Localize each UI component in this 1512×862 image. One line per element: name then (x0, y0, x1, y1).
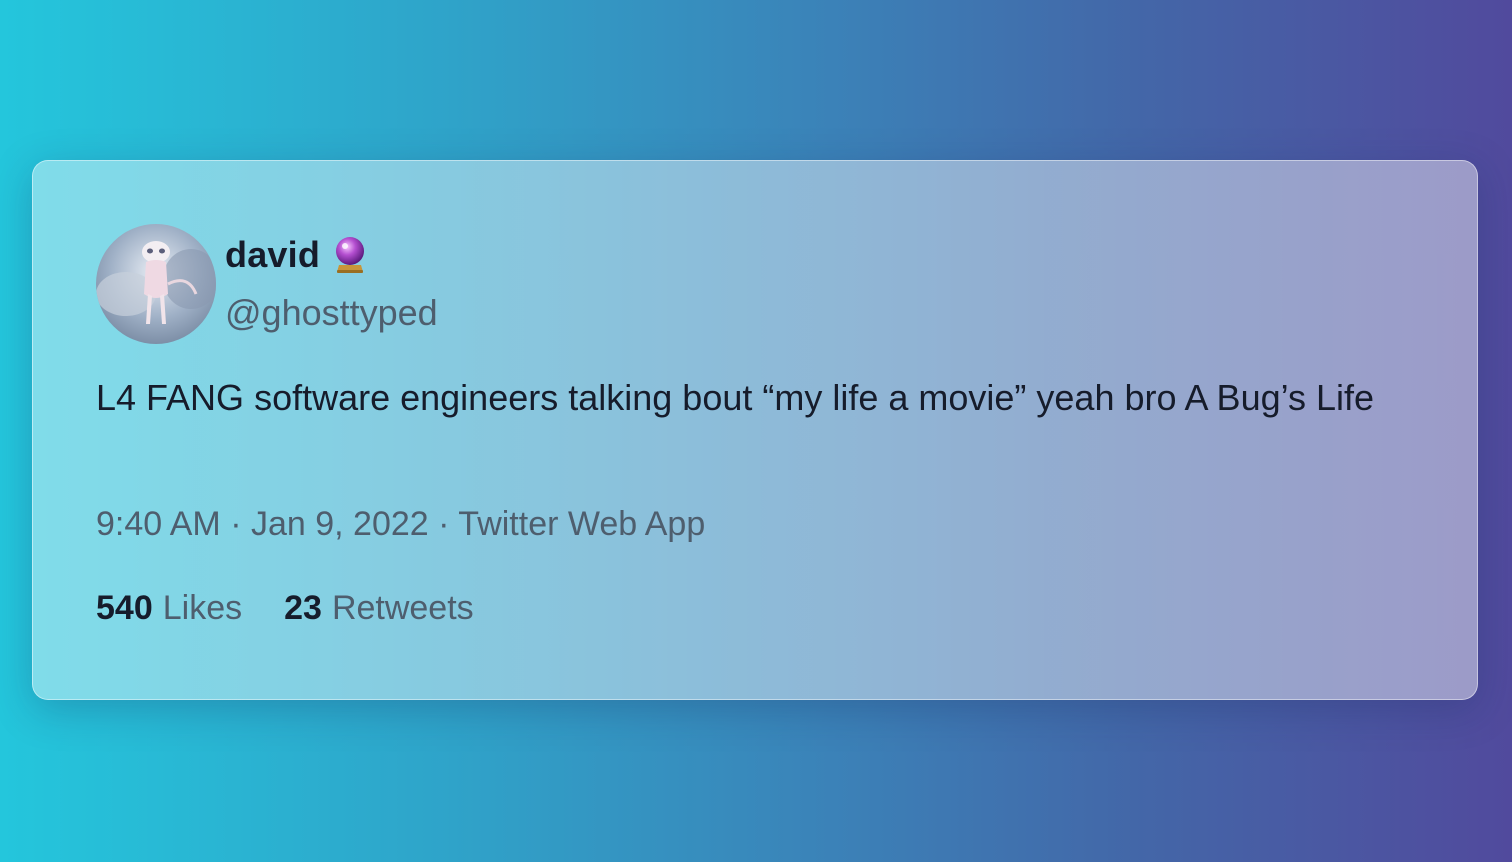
meta-separator: · (230, 505, 251, 543)
crystal-ball-icon (333, 236, 367, 274)
tweet-stats: 540 Likes 23 Retweets (96, 589, 474, 628)
tweet-time[interactable]: 9:40 AM (96, 505, 221, 543)
retweets-stat[interactable]: 23 Retweets (284, 589, 474, 628)
author-handle[interactable]: @ghosttyped (225, 284, 438, 342)
likes-stat[interactable]: 540 Likes (96, 589, 242, 628)
retweets-count: 23 (284, 589, 322, 627)
display-name-row: david (225, 226, 438, 284)
tweet-date[interactable]: Jan 9, 2022 (251, 505, 429, 543)
author-names: david @ghosttyped (225, 226, 438, 342)
display-name[interactable]: david (225, 234, 320, 276)
tweet-card: david @ghosttyped L4 FANG software engin… (32, 160, 1478, 700)
avatar-image (96, 224, 216, 344)
meta-separator: · (438, 505, 459, 543)
avatar[interactable] (96, 224, 216, 344)
likes-count: 540 (96, 589, 153, 627)
tweet-text: L4 FANG software engineers talking bout … (96, 377, 1374, 418)
tweet-header: david @ghosttyped (96, 224, 438, 344)
tweet-source[interactable]: Twitter Web App (458, 505, 705, 543)
tweet-meta: 9:40 AM · Jan 9, 2022 · Twitter Web App (96, 505, 705, 544)
retweets-label: Retweets (331, 589, 474, 627)
likes-label: Likes (162, 589, 243, 627)
